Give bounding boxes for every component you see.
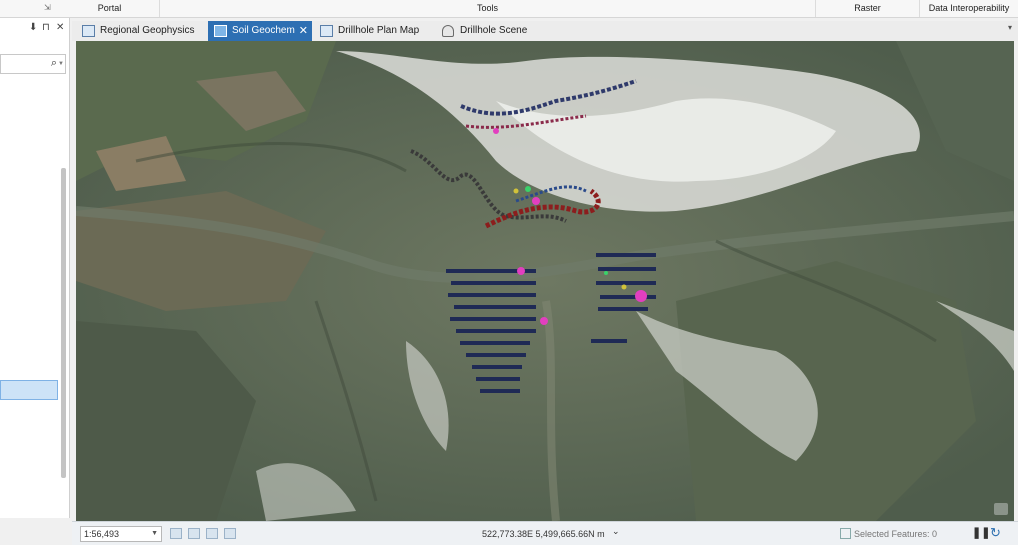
scrollbar[interactable] <box>61 168 66 478</box>
tab-list-chevron-icon[interactable]: ▾ <box>1008 23 1012 32</box>
coordinate-readout: 522,773.38E 5,499,665.66N m <box>482 529 605 539</box>
map-icon <box>82 25 95 37</box>
chevron-down-icon[interactable]: ⌄ <box>612 526 620 537</box>
tab-soil-geochem[interactable]: Soil Geochem ✕ <box>208 21 312 41</box>
ribbon-group-labels: ⇲ Portal Tools Raster Data Interoperabil… <box>0 0 1018 18</box>
search-icon[interactable]: ⌕ <box>51 57 57 70</box>
ribbon-group-tools: Tools <box>160 0 816 17</box>
tab-drillhole-plan-map[interactable]: Drillhole Plan Map <box>314 21 434 41</box>
tab-label: Drillhole Plan Map <box>338 25 420 36</box>
grid-icon[interactable] <box>170 528 182 539</box>
map-view[interactable] <box>76 41 1014 521</box>
view-tabs: Regional Geophysics Soil Geochem ✕ Drill… <box>72 21 1018 41</box>
arcgis-pro-window: ⇲ Portal Tools Raster Data Interoperabil… <box>0 0 1018 545</box>
tab-drillhole-scene[interactable]: Drillhole Scene <box>436 21 546 41</box>
selection-icon[interactable] <box>840 528 851 539</box>
ribbon-group-data-interoperability: Data Interoperability <box>928 3 1010 13</box>
globe-scene-icon <box>442 25 454 37</box>
chevron-down-icon[interactable]: ▼ <box>58 61 64 67</box>
search-input[interactable]: ⌕ ▼ <box>0 54 66 74</box>
map-icon <box>320 25 333 37</box>
status-bar: 1:56,493 ▼ 522,773.38E 5,499,665.66N m ⌄… <box>72 521 1018 545</box>
tab-regional-geophysics[interactable]: Regional Geophysics <box>76 21 202 41</box>
satellite-imagery <box>76 41 1014 521</box>
sync-icon[interactable] <box>224 528 236 539</box>
refresh-icon[interactable]: ↻ <box>990 525 1001 541</box>
close-icon[interactable]: ✕ <box>299 21 308 41</box>
map-icon <box>214 25 227 37</box>
pane-options-icon[interactable]: ⬇ <box>29 22 37 33</box>
scale-value: 1:56,493 <box>84 529 120 539</box>
close-icon[interactable]: ✕ <box>56 22 64 33</box>
layout-icon[interactable] <box>206 528 218 539</box>
chevron-down-icon[interactable]: ▼ <box>151 527 158 541</box>
tab-label: Drillhole Scene <box>460 25 528 36</box>
selected-layer-item[interactable] <box>0 380 58 400</box>
tab-label: Soil Geochem <box>232 25 295 36</box>
contents-pane: ⬇ ⊓ ✕ ⌕ ▼ <box>0 18 70 518</box>
scale-selector[interactable]: 1:56,493 ▼ <box>80 526 162 542</box>
tab-label: Regional Geophysics <box>100 25 195 36</box>
table-icon[interactable] <box>188 528 200 539</box>
attribution-icon[interactable] <box>994 503 1008 515</box>
selected-features-count[interactable]: Selected Features: 0 <box>854 527 937 541</box>
ribbon-group-portal: Portal <box>60 0 160 17</box>
auto-hide-icon[interactable]: ⊓ <box>42 22 50 33</box>
dialog-launcher-icon[interactable]: ⇲ <box>44 3 51 12</box>
pane-header: ⬇ ⊓ ✕ <box>0 22 70 40</box>
ribbon-group-raster: Raster <box>816 0 920 17</box>
pause-drawing-button[interactable]: ❚❚ <box>972 526 990 539</box>
